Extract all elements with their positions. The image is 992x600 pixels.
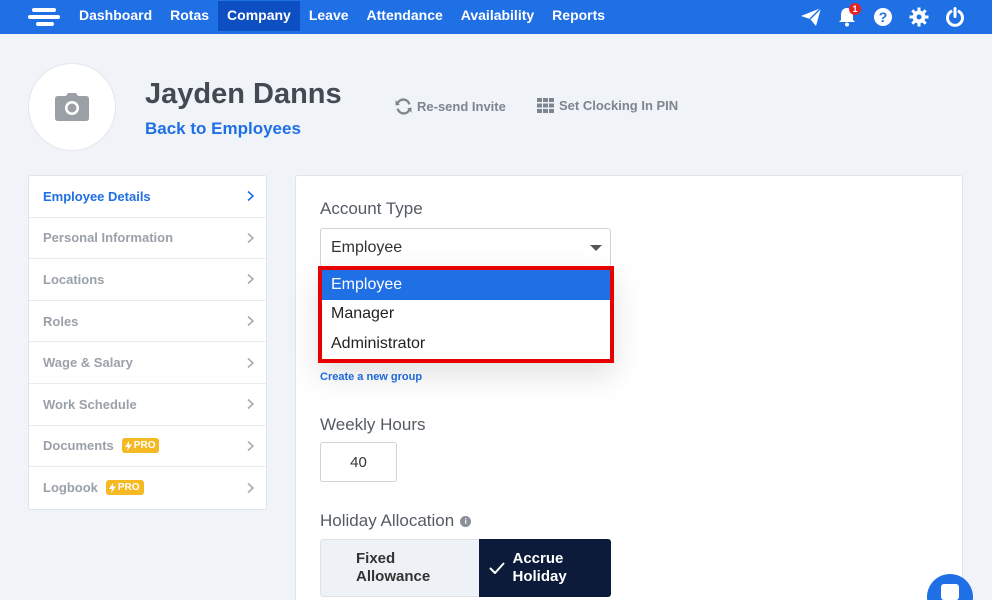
chevron-right-icon xyxy=(247,191,254,202)
nav-rotas[interactable]: Rotas xyxy=(161,1,218,31)
holiday-allocation-toggle: Fixed Allowance Accrue Holiday xyxy=(320,539,611,597)
checkmark-icon xyxy=(488,562,505,574)
avatar[interactable] xyxy=(28,63,116,151)
sidebar-item-logbook[interactable]: Logbook PRO xyxy=(29,467,266,509)
pro-badge: PRO xyxy=(105,480,144,496)
option-manager[interactable]: Manager xyxy=(322,300,610,330)
chevron-right-icon xyxy=(247,440,254,451)
weekly-hours-input[interactable]: 40 xyxy=(320,442,397,482)
sidebar-item-work-schedule[interactable]: Work Schedule xyxy=(29,384,266,426)
camera-icon xyxy=(55,93,89,121)
accrue-holiday-option[interactable]: Accrue Holiday xyxy=(478,539,611,597)
chevron-right-icon xyxy=(247,315,254,327)
notification-badge: 1 xyxy=(849,3,861,15)
resend-invite-button[interactable]: Re-send Invite xyxy=(395,98,506,115)
pro-badge-label: PRO xyxy=(117,482,140,494)
bell-icon[interactable]: 1 xyxy=(836,3,861,28)
account-type-dropdown: Employee Manager Administrator xyxy=(318,266,614,363)
employee-sidebar: Employee Details Personal Information Lo… xyxy=(28,175,267,510)
refresh-icon xyxy=(395,98,412,115)
chevron-right-icon xyxy=(247,357,254,368)
fixed-allowance-line2: Allowance xyxy=(356,568,431,585)
chevron-right-icon xyxy=(247,399,254,410)
holiday-allocation-text: Holiday Allocation xyxy=(320,511,455,530)
option-employee[interactable]: Employee xyxy=(322,270,610,300)
send-icon[interactable] xyxy=(800,6,822,28)
back-to-employees-link[interactable]: Back to Employees xyxy=(145,119,301,139)
accrue-holiday-line1: Accrue xyxy=(512,550,564,567)
holiday-allocation-label: Holiday Allocation i xyxy=(320,511,472,531)
sidebar-item-label: Work Schedule xyxy=(43,396,137,412)
sidebar-item-label: Documents xyxy=(43,438,114,454)
sidebar-item-label: Wage & Salary xyxy=(43,355,133,371)
lightning-icon xyxy=(124,440,132,451)
sidebar-item-roles[interactable]: Roles xyxy=(29,301,266,343)
fixed-allowance-option[interactable]: Fixed Allowance xyxy=(320,539,479,597)
chevron-right-icon xyxy=(247,274,254,285)
nav-dashboard[interactable]: Dashboard xyxy=(70,1,161,31)
gear-icon[interactable] xyxy=(908,6,930,28)
sidebar-item-personal-information[interactable]: Personal Information xyxy=(29,218,266,260)
account-type-select[interactable]: Employee xyxy=(320,228,611,267)
nav-company[interactable]: Company xyxy=(218,1,300,31)
sidebar-item-documents[interactable]: Documents PRO xyxy=(29,426,266,468)
resend-invite-label: Re-send Invite xyxy=(417,99,506,114)
sidebar-item-locations[interactable]: Locations xyxy=(29,259,266,301)
nav-attendance[interactable]: Attendance xyxy=(358,1,452,31)
nav-reports[interactable]: Reports xyxy=(543,1,614,31)
app-logo[interactable] xyxy=(28,6,60,28)
pro-badge-label: PRO xyxy=(133,440,156,452)
lightning-icon xyxy=(108,482,116,493)
sidebar-item-wage-salary[interactable]: Wage & Salary xyxy=(29,342,266,384)
power-icon[interactable] xyxy=(944,6,966,28)
chat-icon xyxy=(941,584,959,600)
caret-down-icon xyxy=(590,245,602,251)
employee-name: Jayden Danns xyxy=(145,78,342,110)
svg-text:?: ? xyxy=(879,9,888,25)
sidebar-item-label: Logbook xyxy=(43,480,98,496)
chevron-right-icon xyxy=(247,482,254,494)
chevron-right-icon xyxy=(247,232,254,243)
set-clocking-pin-label: Set Clocking In PIN xyxy=(559,98,679,113)
sidebar-item-label: Employee Details xyxy=(43,188,151,204)
nav-leave[interactable]: Leave xyxy=(300,1,358,31)
sidebar-item-employee-details[interactable]: Employee Details xyxy=(29,176,266,218)
fixed-allowance-line1: Fixed xyxy=(356,550,396,567)
pro-badge: PRO xyxy=(121,438,160,454)
option-administrator[interactable]: Administrator xyxy=(322,329,610,359)
account-type-value: Employee xyxy=(331,238,403,256)
top-nav: Dashboard Rotas Company Leave Attendance… xyxy=(0,0,992,34)
nav-availability[interactable]: Availability xyxy=(452,1,543,31)
create-group-link[interactable]: Create a new group xyxy=(320,371,422,383)
info-icon[interactable]: i xyxy=(460,516,472,528)
sidebar-item-label: Roles xyxy=(43,313,79,329)
weekly-hours-label: Weekly Hours xyxy=(320,415,426,434)
set-clocking-pin-button[interactable]: Set Clocking In PIN xyxy=(537,98,678,113)
sidebar-item-label: Personal Information xyxy=(43,230,174,246)
help-icon[interactable]: ? xyxy=(872,6,894,28)
sidebar-item-label: Locations xyxy=(43,271,105,287)
account-type-label: Account Type xyxy=(320,199,423,218)
accrue-holiday-line2: Holiday xyxy=(512,568,567,585)
keypad-icon xyxy=(537,98,554,113)
